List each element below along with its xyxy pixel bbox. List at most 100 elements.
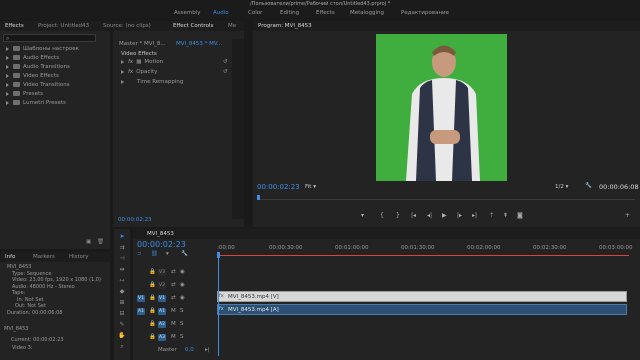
track-label-v2[interactable]: V2	[158, 282, 166, 289]
track-label-v1[interactable]: V1	[158, 295, 166, 302]
export-frame-icon[interactable]: ◙	[517, 212, 523, 219]
add-marker-icon[interactable]: ▾	[166, 251, 169, 257]
lock-icon[interactable]: 🔒	[149, 269, 156, 275]
tab-metadata[interactable]: Me	[228, 23, 236, 29]
lock-icon[interactable]: 🔒	[149, 334, 156, 340]
pen-tool-icon[interactable]: ✎	[118, 321, 126, 329]
lock-icon[interactable]: 🔒	[149, 295, 156, 301]
effect-row-time-remapping[interactable]: Time Remapping	[121, 79, 239, 85]
tab-program[interactable]: Program: MVI_8453	[258, 23, 312, 29]
lock-icon[interactable]: 🔒	[149, 321, 156, 327]
mute-button[interactable]: M	[171, 308, 176, 314]
lock-icon[interactable]: 🔒	[149, 282, 156, 288]
extract-icon[interactable]: ⇞	[503, 212, 508, 219]
sequence-clip-label[interactable]: MVI_8453 * MV...	[176, 41, 222, 47]
timeline-timecode[interactable]: 00:00:02:23	[137, 240, 186, 249]
trash-icon[interactable]: 🗑	[97, 239, 104, 245]
source-patch-v1[interactable]: V1	[137, 295, 145, 302]
step-back-icon[interactable]: ◂|	[427, 212, 432, 219]
video-clip[interactable]: fx MVI_8453.mp4 [V]	[217, 291, 627, 302]
workspace-assembly[interactable]: Assembly	[174, 10, 201, 16]
hand-tool-icon[interactable]: ✋	[118, 332, 126, 340]
linked-selection-icon[interactable]: ⛓	[151, 251, 158, 257]
selection-tool-icon[interactable]: ➤	[118, 233, 126, 241]
go-to-out-icon[interactable]: ▸|	[472, 212, 477, 219]
workspace-editing[interactable]: Editing	[280, 10, 299, 16]
reset-icon[interactable]: ↺	[223, 59, 228, 65]
lock-icon[interactable]: 🔒	[149, 308, 156, 314]
tab-effect-controls[interactable]: Effect Controls	[173, 23, 213, 29]
workspace-color[interactable]: Color	[248, 10, 262, 16]
track-label-a3[interactable]: A3	[158, 334, 166, 341]
track-label-a2[interactable]: A2	[158, 321, 166, 328]
timeline-settings-icon[interactable]: 🔧	[181, 251, 188, 257]
fit-dropdown[interactable]: Fit ▾	[305, 184, 316, 190]
mute-button[interactable]: M	[171, 334, 176, 340]
go-to-end-icon[interactable]: ▸|	[205, 347, 210, 353]
solo-button[interactable]: S	[180, 334, 184, 340]
work-area-bar[interactable]	[217, 255, 629, 256]
add-button[interactable]: +	[625, 212, 630, 219]
list-item[interactable]: Audio Effects	[6, 55, 79, 64]
rate-stretch-tool-icon[interactable]: ⇿	[118, 277, 126, 285]
effect-controls-timecode[interactable]: 00:00:02:23	[118, 217, 152, 223]
mute-button[interactable]: M	[171, 321, 176, 327]
source-patch-a1[interactable]: A1	[137, 308, 145, 315]
tab-effects[interactable]: Effects	[5, 23, 24, 29]
workspace-metalogging[interactable]: Metalogging	[350, 10, 384, 16]
tab-project[interactable]: Project: Untitled43	[38, 23, 89, 29]
effect-row-opacity[interactable]: fx Opacity ↺	[121, 69, 239, 75]
effect-row-motion[interactable]: fx ▦ Motion ↺	[121, 59, 239, 65]
sync-lock-icon[interactable]: ⇄	[171, 295, 176, 301]
track-label-v3[interactable]: V3	[158, 269, 166, 276]
track-label-a1[interactable]: A1	[158, 308, 166, 315]
mark-out-icon[interactable]: }	[396, 212, 400, 219]
eye-icon[interactable]: ◉	[180, 269, 185, 275]
tab-sequence[interactable]: MVI_8453	[147, 231, 174, 237]
wrench-icon[interactable]: 🔧	[585, 183, 592, 189]
resolution-dropdown[interactable]: 1/2 ▾	[555, 184, 568, 190]
eye-icon[interactable]: ◉	[180, 295, 185, 301]
step-forward-icon[interactable]: |▸	[457, 212, 462, 219]
workspace-russian[interactable]: Редактирование	[401, 10, 449, 16]
slide-tool-icon[interactable]: ⊟	[118, 310, 126, 318]
list-item[interactable]: Audio Transitions	[6, 64, 79, 73]
list-item[interactable]: Video Effects	[6, 73, 79, 82]
new-folder-icon[interactable]: ▣	[86, 239, 91, 245]
sync-lock-icon[interactable]: ⇄	[171, 282, 176, 288]
list-item[interactable]: Video Transitions	[6, 82, 79, 91]
tab-source[interactable]: Source: (no clips)	[103, 23, 151, 29]
master-volume-value[interactable]: 0,0	[185, 347, 194, 353]
list-item[interactable]: Lumetri Presets	[6, 100, 79, 109]
tab-history[interactable]: History	[69, 254, 89, 260]
list-item[interactable]: Шаблоны настроек	[6, 46, 79, 55]
eye-icon[interactable]: ◉	[180, 282, 185, 288]
workspace-effects[interactable]: Effects	[316, 10, 335, 16]
audio-clip[interactable]: fx MVI_8453.mp4 [A]	[217, 304, 627, 315]
go-to-in-icon[interactable]: |◂	[411, 212, 416, 219]
program-timecode[interactable]: 00:00:02:23	[257, 183, 300, 191]
monitor-scrub-bar[interactable]	[257, 195, 635, 200]
tab-markers[interactable]: Markers	[33, 254, 55, 260]
timeline-ruler[interactable]: :00:00 00:00:30:00 00:01:00:00 00:01:30:…	[217, 243, 633, 258]
snap-icon[interactable]: ⊃	[137, 251, 142, 257]
master-clip-label[interactable]: Master * MVI_8...	[119, 41, 166, 47]
rolling-edit-tool-icon[interactable]: ⇹	[118, 266, 126, 274]
marker-icon[interactable]: ▾	[361, 212, 364, 219]
monitor-playhead[interactable]	[257, 195, 260, 200]
reset-icon[interactable]: ↺	[223, 69, 228, 75]
mark-in-icon[interactable]: {	[380, 212, 384, 219]
tab-info[interactable]: Info	[5, 254, 15, 260]
sync-lock-icon[interactable]: ⇄	[171, 269, 176, 275]
solo-button[interactable]: S	[180, 321, 184, 327]
slip-tool-icon[interactable]: ⊞	[118, 299, 126, 307]
workspace-audio[interactable]: Audio	[213, 10, 229, 16]
play-icon[interactable]: ▶	[442, 212, 447, 219]
track-select-tool-icon[interactable]: ⇉	[118, 244, 126, 252]
solo-button[interactable]: S	[180, 308, 184, 314]
zoom-tool-icon[interactable]: ⌕	[118, 343, 126, 351]
list-item[interactable]: Presets	[6, 91, 79, 100]
razor-tool-icon[interactable]: ◆	[118, 288, 126, 296]
effects-search-input[interactable]: ⌕	[3, 34, 96, 42]
lift-icon[interactable]: ⇡	[489, 212, 494, 219]
